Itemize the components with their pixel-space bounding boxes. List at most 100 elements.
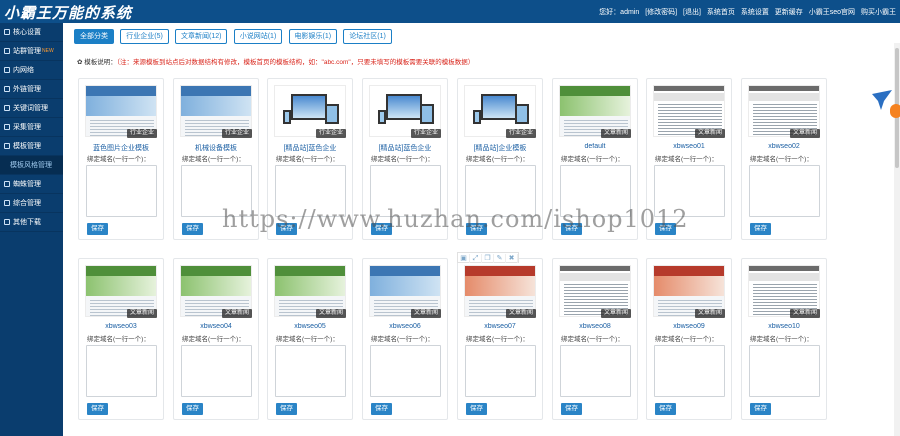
template-title[interactable]: xbwseo09 <box>647 323 731 330</box>
sidebar-item-label: 模板管理 <box>13 143 41 150</box>
filter-movie[interactable]: 电影娱乐(1) <box>288 29 338 44</box>
category-badge: 行业企业 <box>505 129 536 138</box>
bind-domain-textarea[interactable] <box>275 165 346 217</box>
template-title[interactable]: xbwseo02 <box>742 143 826 150</box>
save-button[interactable]: 保存 <box>466 403 487 415</box>
sidebar-item-templates[interactable]: 模板管理 <box>0 137 63 156</box>
bind-domain-textarea[interactable] <box>465 165 536 217</box>
save-button[interactable]: 保存 <box>371 223 392 235</box>
sidebar-item-template-style[interactable]: 模板风格管理 <box>0 156 63 175</box>
collect-icon <box>4 124 10 130</box>
filter-industry[interactable]: 行业企业(5) <box>120 29 169 44</box>
bind-domain-textarea[interactable] <box>749 345 820 397</box>
new-badge: NEW <box>42 48 54 54</box>
copy-icon[interactable]: ❐ <box>482 254 494 263</box>
filter-news[interactable]: 文章新闻(12) <box>175 29 228 44</box>
bind-domain-textarea[interactable] <box>86 345 157 397</box>
save-button[interactable]: 保存 <box>276 403 297 415</box>
template-card: 文章新闻 default 绑定域名(一行一个)： 保存 <box>552 78 638 240</box>
contact-icon[interactable] <box>890 104 900 118</box>
bind-domain-label: 绑定域名(一行一个)： <box>466 156 529 163</box>
save-button[interactable]: 保存 <box>750 403 771 415</box>
bind-domain-textarea[interactable] <box>654 165 725 217</box>
bind-domain-textarea[interactable] <box>275 345 346 397</box>
template-title[interactable]: xbwseo05 <box>268 323 352 330</box>
save-button[interactable]: 保存 <box>371 403 392 415</box>
template-title[interactable]: xbwseo06 <box>363 323 447 330</box>
template-icon <box>4 143 10 149</box>
sidebar-item-intranet[interactable]: 内网络 <box>0 61 63 80</box>
save-button[interactable]: 保存 <box>87 403 108 415</box>
sidebar-item-keywords[interactable]: 关键词管理 <box>0 99 63 118</box>
edit-icon[interactable]: ✎ <box>494 254 506 263</box>
bind-domain-textarea[interactable] <box>370 165 441 217</box>
save-button[interactable]: 保存 <box>655 223 676 235</box>
template-title[interactable]: 蓝色图片企业模板 <box>79 143 163 153</box>
template-title[interactable]: xbwseo10 <box>742 323 826 330</box>
template-title[interactable]: [精品站]企业模板 <box>458 143 542 153</box>
sidebar-item-downloads[interactable]: 其他下载 <box>0 213 63 232</box>
sidebar-item-site-group[interactable]: 站群管理NEW <box>0 42 63 61</box>
save-button[interactable]: 保存 <box>182 403 203 415</box>
bind-domain-label: 绑定域名(一行一个)： <box>371 336 434 343</box>
bind-domain-textarea[interactable] <box>181 345 252 397</box>
template-title[interactable]: xbwseo04 <box>174 323 258 330</box>
template-title[interactable]: default <box>553 143 637 150</box>
template-title[interactable]: 机械设备模板 <box>174 143 258 153</box>
sidebar-item-label: 采集管理 <box>13 124 41 131</box>
template-title[interactable]: xbwseo03 <box>79 323 163 330</box>
save-button[interactable]: 保存 <box>561 223 582 235</box>
template-title[interactable]: xbwseo01 <box>647 143 731 150</box>
bind-domain-label: 绑定域名(一行一个)： <box>371 156 434 163</box>
save-button[interactable]: 保存 <box>466 223 487 235</box>
bind-domain-textarea[interactable] <box>654 345 725 397</box>
save-button[interactable]: 保存 <box>561 403 582 415</box>
sidebar-item-core-settings[interactable]: 核心设置 <box>0 23 63 42</box>
home-link[interactable]: 系统首页 <box>707 9 735 16</box>
bind-domain-textarea[interactable] <box>749 165 820 217</box>
bind-domain-textarea[interactable] <box>560 345 631 397</box>
bind-domain-textarea[interactable] <box>370 345 441 397</box>
save-button[interactable]: 保存 <box>655 403 676 415</box>
save-button[interactable]: 保存 <box>182 223 203 235</box>
bind-domain-label: 绑定域名(一行一个)： <box>561 156 624 163</box>
change-password-link[interactable]: [修改密码] <box>645 9 677 16</box>
template-title[interactable]: xbwseo08 <box>553 323 637 330</box>
category-badge: 文章新闻 <box>410 309 441 318</box>
category-badge: 行业企业 <box>221 129 252 138</box>
template-title[interactable]: xbwseo07 <box>458 323 542 330</box>
bind-domain-label: 绑定域名(一行一个)： <box>182 156 245 163</box>
bind-domain-textarea[interactable] <box>465 345 536 397</box>
save-button[interactable]: 保存 <box>87 223 108 235</box>
logout-link[interactable]: [退出] <box>683 9 701 16</box>
bind-domain-textarea[interactable] <box>86 165 157 217</box>
side-float-widget[interactable] <box>868 84 900 124</box>
update-cache-link[interactable]: 更新缓存 <box>775 9 803 16</box>
template-note: ✿ 模板说明：（注：来源模板到站点后对数据结构有修改，模板首页的模板结构，如："… <box>77 56 474 66</box>
buy-link[interactable]: 购买小霸王 <box>861 9 896 16</box>
sidebar-item-label: 核心设置 <box>13 29 41 36</box>
official-site-link[interactable]: 小霸王seo官网 <box>809 9 855 16</box>
settings-link[interactable]: 系统设置 <box>741 9 769 16</box>
filter-forum[interactable]: 论坛社区(1) <box>343 29 392 44</box>
bind-domain-textarea[interactable] <box>181 165 252 217</box>
save-button[interactable]: 保存 <box>276 223 297 235</box>
expand-icon[interactable]: ⤢ <box>470 254 482 263</box>
sidebar-item-collect[interactable]: 采集管理 <box>0 118 63 137</box>
category-badge: 行业企业 <box>126 129 157 138</box>
filter-novel[interactable]: 小说网站(1) <box>233 29 283 44</box>
filter-all[interactable]: 全部分类 <box>74 29 114 44</box>
bind-domain-textarea[interactable] <box>560 165 631 217</box>
template-card: 行业企业 蓝色图片企业模板 绑定域名(一行一个)： 保存 <box>78 78 164 240</box>
sidebar-item-spider[interactable]: 蜘蛛管理 <box>0 175 63 194</box>
delete-icon[interactable]: ✖ <box>506 254 518 263</box>
sidebar-item-general[interactable]: 综合管理 <box>0 194 63 213</box>
save-icon[interactable]: ▣ <box>458 254 470 263</box>
settings-icon <box>4 29 10 35</box>
template-title[interactable]: [精品站]蓝色企业 <box>363 143 447 153</box>
save-button[interactable]: 保存 <box>750 223 771 235</box>
template-title[interactable]: [精品站]蓝色企业 <box>268 143 352 153</box>
bind-domain-label: 绑定域名(一行一个)： <box>466 336 529 343</box>
top-header: 小霸王万能的系统 您好：admin [修改密码] [退出] 系统首页 系统设置 … <box>0 0 900 23</box>
sidebar-item-external-links[interactable]: 外链管理 <box>0 80 63 99</box>
